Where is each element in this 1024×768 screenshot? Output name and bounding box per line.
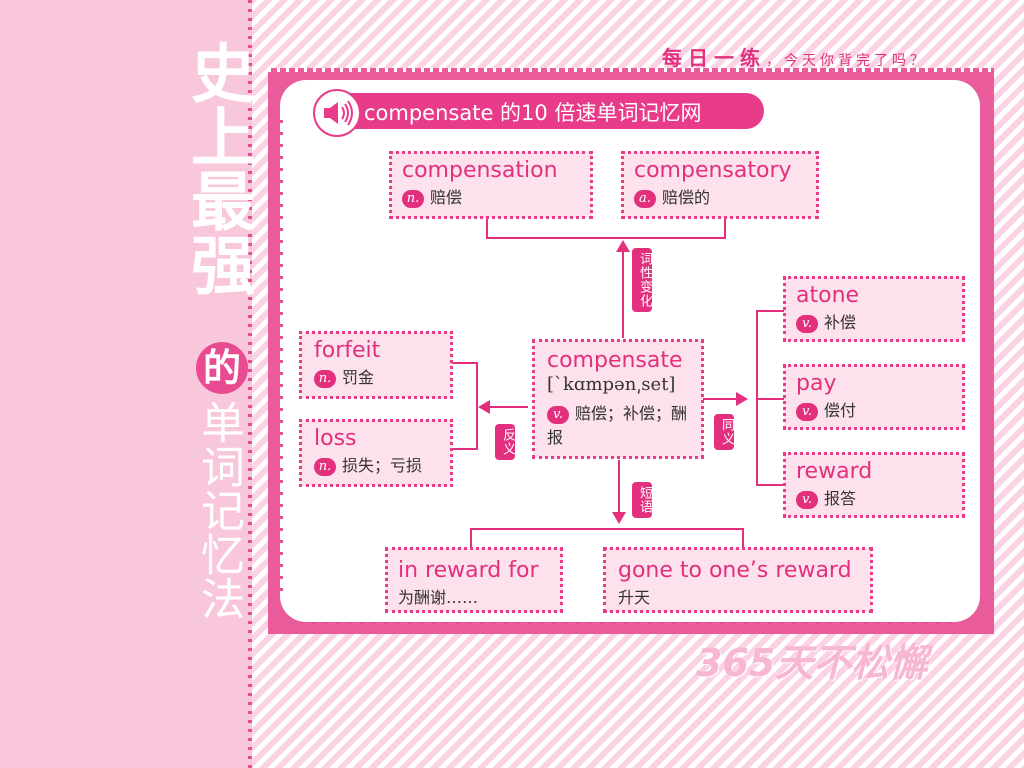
definition-text: 偿付: [824, 401, 857, 420]
connector: [490, 406, 528, 408]
connector: [452, 448, 478, 450]
speaker-icon-glyph: [324, 100, 353, 126]
definition-text: 报答: [824, 489, 857, 508]
center-word: compensate: [547, 348, 683, 373]
connector: [486, 237, 726, 239]
pos-badge: n.: [314, 458, 336, 476]
derived-box-compensatory: compensatory a. 赔偿的: [621, 151, 819, 219]
center-phonetic: [ˋkɑmpən͵set]: [547, 374, 676, 395]
phrase-text: in reward for: [398, 558, 539, 583]
synonym-definition: v. 补偿: [796, 309, 856, 333]
synonym-box-pay: pay v. 偿付: [783, 364, 965, 430]
label-phrase: 短语: [632, 482, 652, 518]
slogan-main: 每日一练: [662, 46, 766, 70]
pos-badge: v.: [796, 315, 818, 333]
connector: [703, 398, 737, 400]
center-word-box: compensate [ˋkɑmpən͵set] v. 赔偿；补偿；酬报: [532, 339, 704, 459]
label-antonym: 反义: [495, 424, 515, 460]
synonym-box-atone: atone v. 补偿: [783, 276, 965, 342]
panel-dotted-edge-bottom: [300, 622, 960, 625]
antonym-box-forfeit: forfeit n. 罚金: [299, 331, 453, 399]
connector: [452, 362, 478, 364]
antonym-box-loss: loss n. 损失；亏损: [299, 419, 453, 487]
phrase-box-in-reward-for: in reward for 为酬谢……: [385, 547, 563, 613]
pos-badge: v.: [796, 403, 818, 421]
antonym-definition: n. 罚金: [314, 364, 374, 388]
arrow-down: [612, 512, 626, 524]
synonym-word: atone: [796, 283, 860, 308]
synonym-definition: v. 报答: [796, 485, 856, 509]
panel-dotted-edge-left: [280, 120, 283, 600]
phrase-text: gone to one’s reward: [618, 558, 852, 583]
connector: [756, 398, 784, 400]
connector: [486, 218, 488, 238]
arrow-up: [616, 240, 630, 252]
center-definition: v. 赔偿；补偿；酬报: [547, 402, 697, 450]
synonym-word: pay: [796, 371, 837, 396]
label-synonym: 同义: [714, 414, 734, 450]
definition-text: 赔偿的: [662, 188, 711, 207]
connector: [470, 528, 472, 548]
arrow-left: [478, 400, 490, 414]
connector: [756, 310, 784, 312]
definition-text: 损失；亏损: [342, 456, 423, 475]
connector: [756, 484, 784, 486]
derived-definition: n. 赔偿: [402, 184, 462, 208]
derived-word: compensatory: [634, 158, 792, 183]
phrase-definition: 为酬谢……: [398, 588, 479, 607]
pos-badge: a.: [634, 190, 656, 208]
pos-badge: n.: [314, 370, 336, 388]
connector: [618, 460, 620, 514]
definition-text: 赔偿: [430, 188, 463, 207]
connector: [724, 218, 726, 238]
frame-dots: [268, 68, 994, 72]
phrase-definition: 升天: [618, 588, 651, 607]
synonym-definition: v. 偿付: [796, 397, 856, 421]
definition-text: 补偿: [824, 313, 857, 332]
derived-word: compensation: [402, 158, 558, 183]
connector: [742, 528, 744, 548]
bottom-motto: 365天不松懈: [696, 641, 928, 685]
slogan-sub: ，今天你背完了吗？: [766, 53, 928, 69]
side-title-bottom: 单词记忆法: [193, 400, 244, 620]
derived-box-compensation: compensation n. 赔偿: [389, 151, 593, 219]
derived-definition: a. 赔偿的: [634, 184, 710, 208]
phrase-box-gone-to-ones-reward: gone to one’s reward 升天: [603, 547, 873, 613]
side-title-top: 史上最强: [180, 40, 254, 296]
definition-text: 罚金: [342, 368, 375, 387]
speaker-icon[interactable]: [313, 89, 361, 137]
arrow-right: [736, 392, 748, 406]
label-derivation: 词性变化: [632, 248, 652, 312]
pos-badge: n.: [402, 190, 424, 208]
antonym-word: forfeit: [314, 338, 381, 363]
synonym-box-reward: reward v. 报答: [783, 452, 965, 518]
pos-badge: v.: [796, 491, 818, 509]
side-title-de: 的: [196, 342, 248, 394]
pos-badge: v.: [547, 406, 569, 424]
antonym-definition: n. 损失；亏损: [314, 452, 422, 476]
connector: [622, 250, 624, 338]
antonym-word: loss: [314, 426, 357, 451]
diagram-title: compensate 的10 倍速单词记忆网: [364, 101, 702, 125]
connector: [470, 528, 744, 530]
synonym-word: reward: [796, 459, 873, 484]
top-slogan: 每日一练，今天你背完了吗？: [662, 42, 928, 70]
